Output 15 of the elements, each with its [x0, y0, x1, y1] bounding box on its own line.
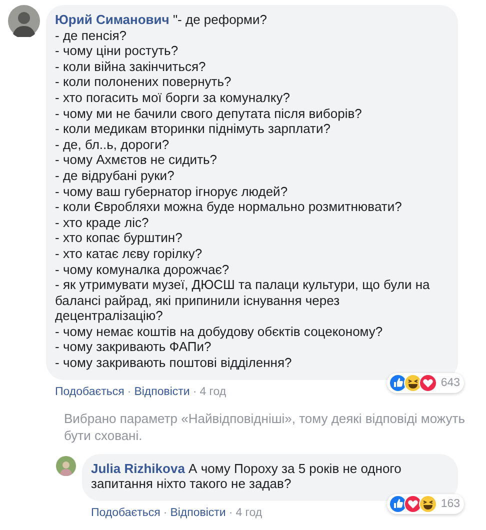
like-link[interactable]: Подобається — [91, 506, 160, 519]
comment-text: Julia Rizhikova А чому Пороху за 5 років не одного запитання ніхто такого не задав? — [91, 460, 402, 492]
like-link[interactable]: Подобається — [55, 386, 124, 398]
author-link[interactable]: Юрий Симанович — [55, 12, 170, 27]
separator-dot: · — [163, 506, 168, 519]
reply-link[interactable]: Відповісти — [170, 506, 226, 519]
separator-dot: · — [192, 386, 197, 398]
reply-link[interactable]: Відповісти — [134, 386, 190, 398]
separator-dot: · — [127, 386, 132, 398]
filter-notice: Вибрано параметр «Найвідповідніші», тому деякі відповіді можуть бути сховані. — [64, 410, 466, 444]
comment-text: Юрий Симанович "- де реформи? - де пенсія? - чому ціни ростуть? - коли війна закінчиться? - коли полонених повернуть? - хто погасить мої борги за комуналку? - чому ми не бачили свого депутата після виборів? - коли медикам вторинки піднімуть зарплати? - де, бл..ь, дороги? - чому Ахмєтов не сидить? - де відрубані руки? - чому ваш губернатор ігнорує людей? - коли Євробляхи можна буде нормально розмитнювати? - хто краде ліс? - хто копає бурштин? - хто катає лєву горілку? - чому комуналка дорожчає? - як утримувати музеї, ДЮСШ та палаци культури, що були на балансі райрад, які припинили існування через децентралізацію? - чому немає коштів на добудову обєктів соцеконому? - чому закривають ФАПи? - чому закривають поштові відділення? — [55, 12, 431, 371]
reaction-count: 643 — [440, 376, 460, 389]
author-link[interactable]: Julia Rizhikova — [91, 460, 185, 476]
reaction-count: 163 — [440, 498, 460, 510]
separator-dot: · — [228, 506, 233, 519]
